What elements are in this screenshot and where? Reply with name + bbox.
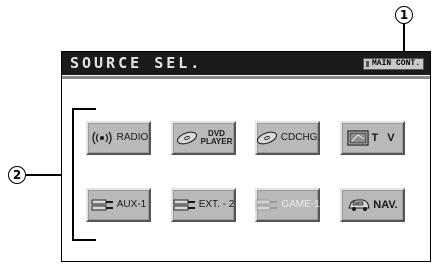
source-label-nav: NAV. bbox=[373, 199, 398, 211]
source-label-tv: T V bbox=[371, 132, 398, 144]
navigation-car-icon bbox=[347, 197, 371, 213]
callout-2-number: 2 bbox=[12, 168, 22, 182]
source-button-tv[interactable]: T V bbox=[340, 121, 405, 155]
source-button-nav[interactable]: NAV. bbox=[340, 188, 405, 222]
main-cont-button[interactable]: MAIN CONT. bbox=[362, 58, 424, 70]
bracket-vertical bbox=[72, 108, 74, 240]
source-label-radio: RADIO bbox=[116, 132, 149, 143]
source-select-screen: SOURCE SEL. MAIN CONT. bbox=[61, 51, 431, 262]
tv-icon bbox=[347, 130, 370, 146]
source-label-aux-1: AUX-1 bbox=[116, 199, 147, 210]
connector-icon bbox=[91, 198, 115, 212]
source-label-game-1: GAME-1 bbox=[281, 199, 320, 210]
source-button-cd-changer[interactable]: CDCHG. bbox=[255, 121, 320, 155]
connector-icon bbox=[255, 198, 279, 212]
disc-icon bbox=[175, 131, 199, 145]
callout-2: 2 bbox=[8, 166, 26, 184]
title-bar: SOURCE SEL. MAIN CONT. bbox=[62, 52, 430, 75]
source-label-cd-changer: CDCHG. bbox=[280, 132, 321, 143]
radio-waves-icon bbox=[89, 131, 115, 145]
source-button-ext-2[interactable]: EXT. - 2 bbox=[171, 188, 236, 222]
bracket-bottom bbox=[72, 239, 96, 241]
connector-icon bbox=[173, 198, 197, 212]
source-button-radio[interactable]: RADIO bbox=[86, 121, 151, 155]
source-button-game-1[interactable]: GAME-1 bbox=[255, 188, 320, 222]
disc-icon bbox=[255, 131, 279, 145]
callout-1: 1 bbox=[395, 6, 413, 24]
title-divider bbox=[62, 76, 430, 79]
bracket-top bbox=[72, 108, 96, 110]
source-label-ext-2: EXT. - 2 bbox=[198, 199, 235, 210]
callout-1-number: 1 bbox=[399, 8, 409, 22]
source-label-dvd-player: DVD PLAYER bbox=[201, 130, 233, 146]
screen-title: SOURCE SEL. bbox=[70, 54, 203, 72]
source-button-aux-1[interactable]: AUX-1 bbox=[86, 188, 151, 222]
source-button-dvd-player[interactable]: DVD PLAYER bbox=[171, 121, 236, 155]
source-label-dvd-line2: PLAYER bbox=[200, 137, 233, 146]
